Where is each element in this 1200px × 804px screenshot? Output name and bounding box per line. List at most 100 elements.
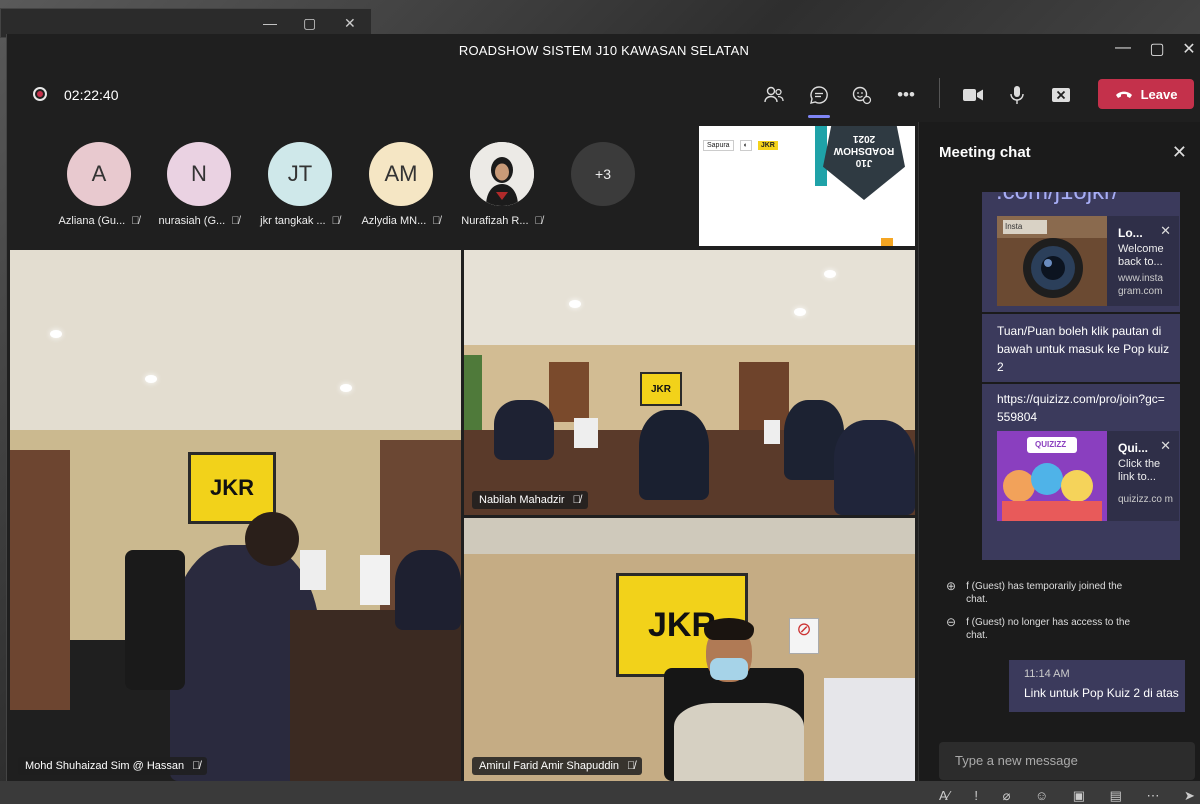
chat-link[interactable]: .com/j1ojkr/ [996,192,1119,206]
attendee-name: jkr tangkak ... [260,215,326,227]
leave-label: Leave [1140,86,1178,102]
mic-icon[interactable] [1004,82,1030,108]
attendee-tile[interactable]: AM Azlydia MN... 🎙̸ [351,142,451,227]
attendee-tile[interactable]: A Azliana (Gu... 🎙̸ [49,142,149,227]
system-message: ⊕ f (Guest) has temporarily joined the c… [946,580,1146,606]
participant-label: Nabilah Mahadzir 🎙̸ [472,491,588,509]
maximize-icon[interactable]: ▢ [1147,39,1167,59]
priority-icon[interactable]: ! [974,788,978,804]
participant-name: Amirul Farid Amir Shapuddin [479,760,620,772]
close-preview-icon[interactable]: ✕ [1160,438,1171,454]
camera-icon[interactable] [960,82,986,108]
format-icon[interactable]: A⁄ [939,788,950,804]
mic-off-icon: 🎙̸ [331,215,340,227]
video-tile[interactable]: JKR ⊘ Amirul Farid Amir Shapuddin 🎙̸ [464,518,915,781]
avatar: AM [369,142,433,206]
sponsor-logos: Sapura ◐ JKR [703,140,778,151]
composer-toolbar: A⁄ ! ⌀ ☺ ▣ ▤ ⋯ ➤ [939,788,1195,804]
message-timestamp: 11:14 AM [1024,668,1070,680]
meeting-timer: 02:22:40 [64,87,119,103]
send-icon[interactable]: ➤ [1184,788,1195,804]
video-tile[interactable]: JKR Mohd Shuhaizad Sim @ Hassan 🎙̸ [10,250,461,781]
attendee-name: Nurafizah R... [461,215,529,227]
maximize-icon[interactable]: ▢ [303,15,316,32]
video-feed: JKR ⊘ [464,518,915,781]
close-preview-icon[interactable]: ✕ [1160,223,1171,239]
guest-removed-icon: ⊖ [946,615,957,629]
mic-off-icon: 🎙̸ [572,494,581,506]
leave-button[interactable]: Leave [1098,79,1194,109]
link-preview-description: Click the link to... [1118,458,1161,483]
attendee-tile[interactable]: Nurafizah R... 🎙̸ [452,142,552,227]
attendee-name: Azlydia MN... [361,215,427,227]
participant-name: Nabilah Mahadzir [479,494,565,506]
chat-header: Meeting chat [939,144,1031,161]
participant-label: Mohd Shuhaizad Sim @ Hassan 🎙̸ [18,757,208,775]
phone-hangup-icon [1115,91,1132,98]
shared-screen-preview[interactable]: Sapura ◐ JKR J10 ROADSHOW 2021 [699,126,915,246]
mic-off-icon: 🎙̸ [432,215,441,227]
mic-off-icon: 🎙̸ [231,215,240,227]
attendee-name: Azliana (Gu... [58,215,126,227]
video-tile[interactable]: JKR Nabilah Mahadzir 🎙̸ [464,250,915,515]
close-icon[interactable]: ✕ [344,15,356,32]
minimize-icon[interactable]: — [1113,39,1133,57]
system-message-text: f (Guest) no longer has access to the ch… [966,617,1131,641]
jkr-logo: JKR [757,141,778,150]
more-attendees-button[interactable]: +3 [571,142,635,206]
mic-off-icon: 🎙̸ [192,760,201,772]
chat-link[interactable]: https://quizizz.com/pro/join?gc=559804 [997,390,1167,426]
toolbar-divider [939,78,940,108]
recording-icon [33,87,47,101]
mic-off-icon: 🎙̸ [131,215,140,227]
more-icon[interactable]: ••• [893,82,919,108]
reactions-icon[interactable] [849,82,875,108]
people-icon[interactable] [761,82,787,108]
meeting-toolbar: 02:22:40 ••• Leave [7,66,1200,122]
quizizz-thumbnail: QUIZIZZ [997,431,1107,521]
video-feed: JKR [464,250,915,515]
chat-message-text: Tuan/Puan boleh klik pautan di bawah unt… [997,324,1170,374]
avatar: JT [268,142,332,206]
teams-meeting-window: ROADSHOW SISTEM J10 KAWASAN SELATAN — ▢ … [6,34,1200,803]
system-message: ⊖ f (Guest) no longer has access to the … [946,616,1146,642]
decor-block [881,238,893,246]
meeting-stage: A Azliana (Gu... 🎙̸ N nurasiah (G... 🎙̸ JT… [7,122,917,781]
participant-label: Amirul Farid Amir Shapuddin 🎙̸ [472,757,643,775]
attach-icon[interactable]: ⌀ [1003,788,1011,804]
avatar: N [167,142,231,206]
meeting-chat-panel: Meeting chat ✕ .com/j1ojkr/ Insta Lo... … [918,122,1200,803]
link-preview-card[interactable]: Insta Lo... Welcome back to... www.insta… [997,216,1179,306]
chat-message-text: Link untuk Pop Kuiz 2 di atas [1024,686,1179,700]
my-chat-message: 11:14 AM Link untuk Pop Kuiz 2 di atas [1009,660,1185,712]
window-title: ROADSHOW SISTEM J10 KAWASAN SELATAN [458,43,750,58]
attendee-tile[interactable]: JT jkr tangkak ... 🎙̸ [250,142,350,227]
attendee-tile[interactable]: N nurasiah (G... 🎙̸ [149,142,249,227]
mic-off-icon: 🎙̸ [627,760,636,772]
emoji-icon[interactable]: ☺ [1035,788,1048,804]
link-preview-description: Welcome back to... [1118,243,1164,268]
chat-message: https://quizizz.com/pro/join?gc=559804 Q… [982,384,1180,560]
attendee-name: nurasiah (G... [158,215,226,227]
title-bar: ROADSHOW SISTEM J10 KAWASAN SELATAN — ▢ … [7,34,1200,66]
avatar-photo [470,142,534,206]
chat-message-list[interactable]: .com/j1ojkr/ Insta Lo... Welcome back to… [919,192,1200,732]
link-preview-card[interactable]: QUIZIZZ Qui... Click the link to... quiz… [997,431,1179,521]
system-message-text: f (Guest) has temporarily joined the cha… [966,581,1123,605]
chat-icon[interactable] [806,82,832,118]
close-chat-icon[interactable]: ✕ [1172,142,1187,163]
sticker-icon[interactable]: ▤ [1110,788,1122,804]
link-preview-url: www.insta gram.com [1118,273,1164,297]
close-icon[interactable]: ✕ [1179,39,1199,59]
video-feed: JKR [10,250,461,781]
roadshow-badge-text: J10 ROADSHOW 2021 [833,133,895,168]
message-composer[interactable]: Type a new message [939,742,1195,780]
share-tray-icon[interactable] [1048,82,1074,108]
sapura-logo: Sapura [703,140,734,151]
minimize-icon[interactable]: — [263,15,277,31]
more-options-icon[interactable]: ⋯ [1146,788,1159,804]
circle-logo: ◐ [739,140,752,151]
gif-icon[interactable]: ▣ [1073,788,1085,804]
instagram-thumbnail: Insta [997,216,1107,306]
attendee-strip: A Azliana (Gu... 🎙̸ N nurasiah (G... 🎙̸ JT… [7,122,697,248]
